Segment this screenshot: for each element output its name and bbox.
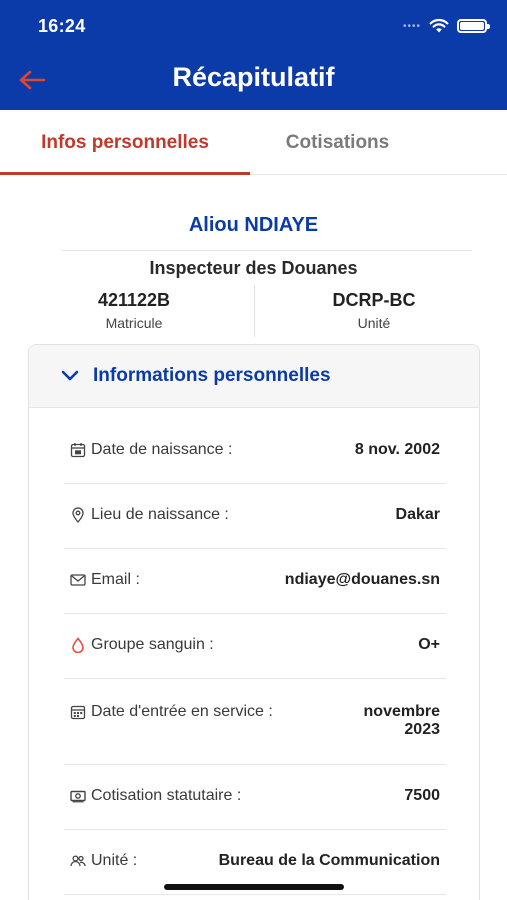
row-value-line: 2023 bbox=[404, 721, 440, 738]
row-label-text: Unité : bbox=[91, 852, 138, 869]
row-date-entree-service: Date d'entrée en service : novembre 2023 bbox=[64, 679, 446, 765]
row-label-text: Email : bbox=[91, 571, 140, 588]
row-label-text: Date d'entrée en service : bbox=[91, 703, 273, 720]
matricule-value: 421122B bbox=[97, 290, 171, 310]
vertical-divider bbox=[254, 285, 255, 337]
agent-grade: Inspecteur des Douanes bbox=[149, 258, 358, 278]
money-icon bbox=[70, 790, 86, 803]
chevron-down-icon bbox=[61, 370, 79, 381]
row-value-text: 8 nov. 2002 bbox=[354, 441, 440, 458]
row-value-line: novembre bbox=[363, 703, 440, 720]
row-value-text: 7500 bbox=[404, 787, 440, 804]
unite-block: DCRP-BC Unité bbox=[264, 290, 484, 331]
personal-info-toggle[interactable]: Informations personnelles bbox=[29, 345, 479, 408]
page-title: Récapitulatif bbox=[172, 62, 335, 92]
tab-cotisations[interactable]: Cotisations bbox=[250, 110, 425, 175]
row-value-text: novembre 2023 bbox=[364, 703, 440, 739]
unite-label: Unité bbox=[357, 315, 391, 331]
matricule-block: 421122B Matricule bbox=[24, 290, 244, 331]
row-date-naissance: Date de naissance : 8 nov. 2002 bbox=[64, 409, 446, 484]
row-value-text: Bureau de la Communication bbox=[218, 852, 440, 869]
row-value-text: O+ bbox=[418, 636, 440, 653]
calendar-icon bbox=[70, 443, 86, 458]
row-lieu-naissance: Lieu de naissance : Dakar bbox=[64, 484, 446, 549]
row-value-text: Dakar bbox=[395, 506, 440, 523]
envelope-icon bbox=[70, 574, 86, 586]
section-title: Informations personnelles bbox=[93, 365, 331, 386]
personal-info-card: Informations personnelles Date de naissa… bbox=[28, 344, 480, 900]
tab-bar: Infos personnelles Cotisations bbox=[0, 110, 507, 175]
location-pin-icon bbox=[72, 507, 84, 523]
app-header: 16:24 •••• Récapitulatif bbox=[0, 0, 507, 110]
signal-dots-icon: •••• bbox=[402, 20, 421, 32]
status-time: 16:24 bbox=[38, 16, 86, 36]
row-value-text: ndiaye@douanes.sn bbox=[284, 571, 440, 588]
row-label-text: Cotisation statutaire : bbox=[91, 787, 242, 804]
row-groupe-sanguin: Groupe sanguin : O+ bbox=[64, 614, 446, 679]
row-email: Email : ndiaye@douanes.sn bbox=[64, 549, 446, 614]
calendar-grid-icon bbox=[70, 705, 86, 720]
blood-drop-icon bbox=[72, 637, 84, 653]
people-icon bbox=[70, 855, 86, 867]
matricule-label: Matricule bbox=[105, 315, 163, 331]
row-label-text: Groupe sanguin : bbox=[91, 636, 214, 653]
battery-icon bbox=[457, 19, 490, 33]
tab-infos-personnelles[interactable]: Infos personnelles bbox=[0, 110, 250, 175]
wifi-icon bbox=[429, 18, 449, 33]
divider bbox=[62, 250, 472, 251]
row-label-text: Lieu de naissance : bbox=[91, 506, 229, 523]
agent-name: Aliou NDIAYE bbox=[188, 214, 319, 236]
row-label-text: Date de naissance : bbox=[91, 441, 233, 458]
unite-value: DCRP-BC bbox=[332, 290, 416, 310]
active-tab-indicator bbox=[0, 172, 250, 175]
status-icons: •••• bbox=[402, 16, 490, 36]
home-indicator[interactable] bbox=[164, 884, 344, 890]
row-cotisation-statutaire: Cotisation statutaire : 7500 bbox=[64, 765, 446, 830]
